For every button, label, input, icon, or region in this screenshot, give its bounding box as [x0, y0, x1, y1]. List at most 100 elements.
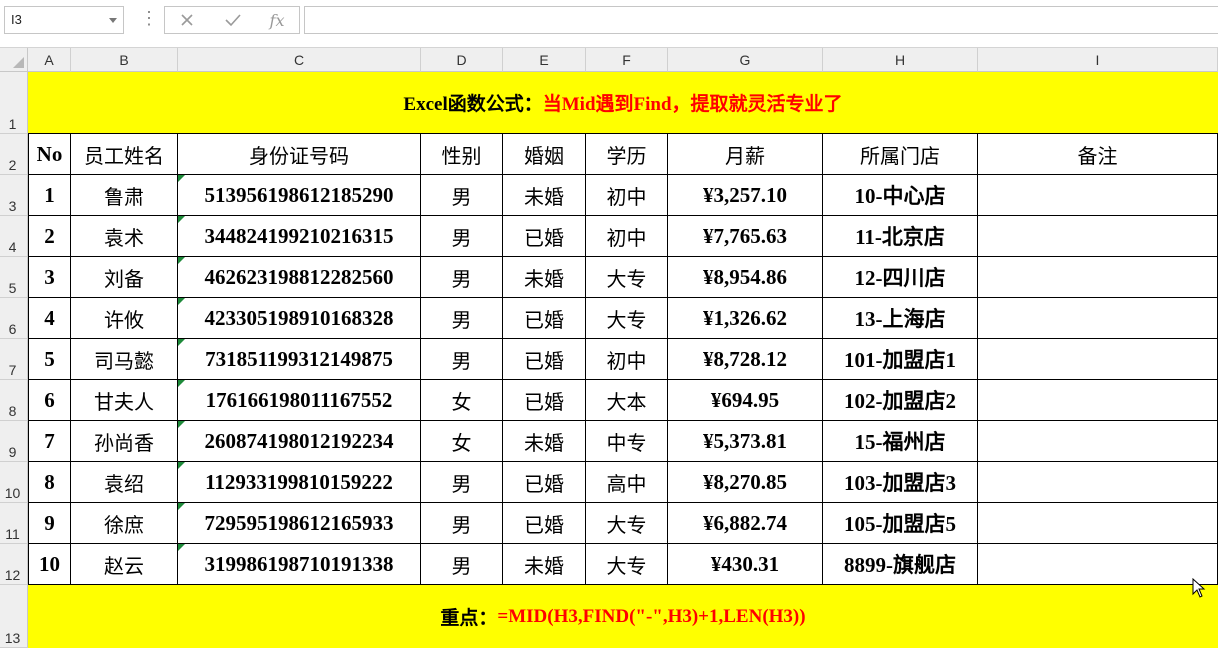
row-header-3[interactable]: 3 [0, 175, 28, 216]
cell-marital[interactable]: 已婚 [503, 380, 586, 421]
cell-education[interactable]: 大本 [586, 380, 668, 421]
cell-education[interactable]: 初中 [586, 175, 668, 216]
row-header-10[interactable]: 10 [0, 462, 28, 503]
cell-remarks[interactable] [978, 339, 1218, 380]
header-id-number[interactable]: 身份证号码 [178, 134, 421, 175]
cell-employee-name[interactable]: 许攸 [71, 298, 178, 339]
cell-remarks[interactable] [978, 503, 1218, 544]
cell-store[interactable]: 11-北京店 [823, 216, 978, 257]
col-header-e[interactable]: E [503, 48, 586, 72]
cell-no[interactable]: 9 [28, 503, 71, 544]
cell-marital[interactable]: 已婚 [503, 503, 586, 544]
row-header-13[interactable]: 13 [0, 585, 28, 648]
cell-salary[interactable]: ¥7,765.63 [668, 216, 823, 257]
cell-gender[interactable]: 男 [421, 257, 503, 298]
close-icon[interactable] [164, 6, 210, 34]
cell-remarks[interactable] [978, 380, 1218, 421]
cell-gender[interactable]: 男 [421, 216, 503, 257]
cell-no[interactable]: 4 [28, 298, 71, 339]
cell-marital[interactable]: 已婚 [503, 462, 586, 503]
row-header-12[interactable]: 12 [0, 544, 28, 585]
formula-input[interactable] [304, 6, 1218, 34]
cell-marital[interactable]: 未婚 [503, 544, 586, 585]
row-header-1[interactable]: 1 [0, 72, 28, 134]
header-gender[interactable]: 性别 [421, 134, 503, 175]
cell-employee-name[interactable]: 鲁肃 [71, 175, 178, 216]
cell-id-number[interactable]: 729595198612165933 [178, 503, 421, 544]
cell-marital[interactable]: 已婚 [503, 216, 586, 257]
cell-employee-name[interactable]: 徐庶 [71, 503, 178, 544]
cell-id-number[interactable]: 423305198910168328 [178, 298, 421, 339]
cell-id-number[interactable]: 344824199210216315 [178, 216, 421, 257]
header-store[interactable]: 所属门店 [823, 134, 978, 175]
header-education[interactable]: 学历 [586, 134, 668, 175]
cell-salary[interactable]: ¥694.95 [668, 380, 823, 421]
cell-gender[interactable]: 男 [421, 503, 503, 544]
cell-gender[interactable]: 女 [421, 380, 503, 421]
cell-no[interactable]: 1 [28, 175, 71, 216]
cell-no[interactable]: 6 [28, 380, 71, 421]
cell-remarks[interactable] [978, 544, 1218, 585]
cell-gender[interactable]: 男 [421, 544, 503, 585]
cell-no[interactable]: 3 [28, 257, 71, 298]
cell-marital[interactable]: 已婚 [503, 298, 586, 339]
cell-store[interactable]: 102-加盟店2 [823, 380, 978, 421]
cell-id-number[interactable]: 731851199312149875 [178, 339, 421, 380]
cell-employee-name[interactable]: 袁绍 [71, 462, 178, 503]
header-salary[interactable]: 月薪 [668, 134, 823, 175]
more-options-icon[interactable]: ⋮ [140, 9, 158, 27]
row-header-6[interactable]: 6 [0, 298, 28, 339]
row-header-9[interactable]: 9 [0, 421, 28, 462]
cell-no[interactable]: 7 [28, 421, 71, 462]
row-header-2[interactable]: 2 [0, 134, 28, 175]
name-box[interactable]: I3 [4, 6, 124, 34]
cell-education[interactable]: 初中 [586, 216, 668, 257]
cell-id-number[interactable]: 319986198710191338 [178, 544, 421, 585]
cell-salary[interactable]: ¥3,257.10 [668, 175, 823, 216]
col-header-a[interactable]: A [28, 48, 71, 72]
cell-marital[interactable]: 未婚 [503, 421, 586, 462]
cell-id-number[interactable]: 462623198812282560 [178, 257, 421, 298]
cell-education[interactable]: 大专 [586, 544, 668, 585]
cell-salary[interactable]: ¥6,882.74 [668, 503, 823, 544]
cell-remarks[interactable] [978, 257, 1218, 298]
cell-store[interactable]: 15-福州店 [823, 421, 978, 462]
col-header-c[interactable]: C [178, 48, 421, 72]
header-no[interactable]: No [28, 134, 71, 175]
col-header-d[interactable]: D [421, 48, 503, 72]
cell-marital[interactable]: 未婚 [503, 257, 586, 298]
cell-no[interactable]: 5 [28, 339, 71, 380]
cell-education[interactable]: 中专 [586, 421, 668, 462]
cell-gender[interactable]: 女 [421, 421, 503, 462]
cell-no[interactable]: 8 [28, 462, 71, 503]
cell-education[interactable]: 初中 [586, 339, 668, 380]
cell-salary[interactable]: ¥8,728.12 [668, 339, 823, 380]
cell-employee-name[interactable]: 袁术 [71, 216, 178, 257]
cell-employee-name[interactable]: 司马懿 [71, 339, 178, 380]
title-banner[interactable]: Excel函数公式： 当Mid遇到Find，提取就灵活专业了 [28, 72, 1218, 134]
cell-no[interactable]: 10 [28, 544, 71, 585]
cell-employee-name[interactable]: 赵云 [71, 544, 178, 585]
cell-salary[interactable]: ¥1,326.62 [668, 298, 823, 339]
cell-education[interactable]: 大专 [586, 257, 668, 298]
cell-gender[interactable]: 男 [421, 462, 503, 503]
cell-education[interactable]: 大专 [586, 298, 668, 339]
footer-banner[interactable]: 重点： =MID(H3,FIND("-",H3)+1,LEN(H3)) [28, 585, 1218, 648]
row-header-11[interactable]: 11 [0, 503, 28, 544]
cell-gender[interactable]: 男 [421, 339, 503, 380]
cell-store[interactable]: 101-加盟店1 [823, 339, 978, 380]
cell-store[interactable]: 105-加盟店5 [823, 503, 978, 544]
cell-salary[interactable]: ¥8,954.86 [668, 257, 823, 298]
cell-remarks[interactable] [978, 216, 1218, 257]
cell-remarks[interactable] [978, 298, 1218, 339]
cell-store[interactable]: 103-加盟店3 [823, 462, 978, 503]
col-header-h[interactable]: H [823, 48, 978, 72]
check-icon[interactable] [210, 6, 256, 34]
cell-employee-name[interactable]: 孙尚香 [71, 421, 178, 462]
row-header-4[interactable]: 4 [0, 216, 28, 257]
col-header-i[interactable]: I [978, 48, 1218, 72]
cell-education[interactable]: 大专 [586, 503, 668, 544]
cell-salary[interactable]: ¥8,270.85 [668, 462, 823, 503]
cell-store[interactable]: 8899-旗舰店 [823, 544, 978, 585]
cell-remarks[interactable] [978, 175, 1218, 216]
